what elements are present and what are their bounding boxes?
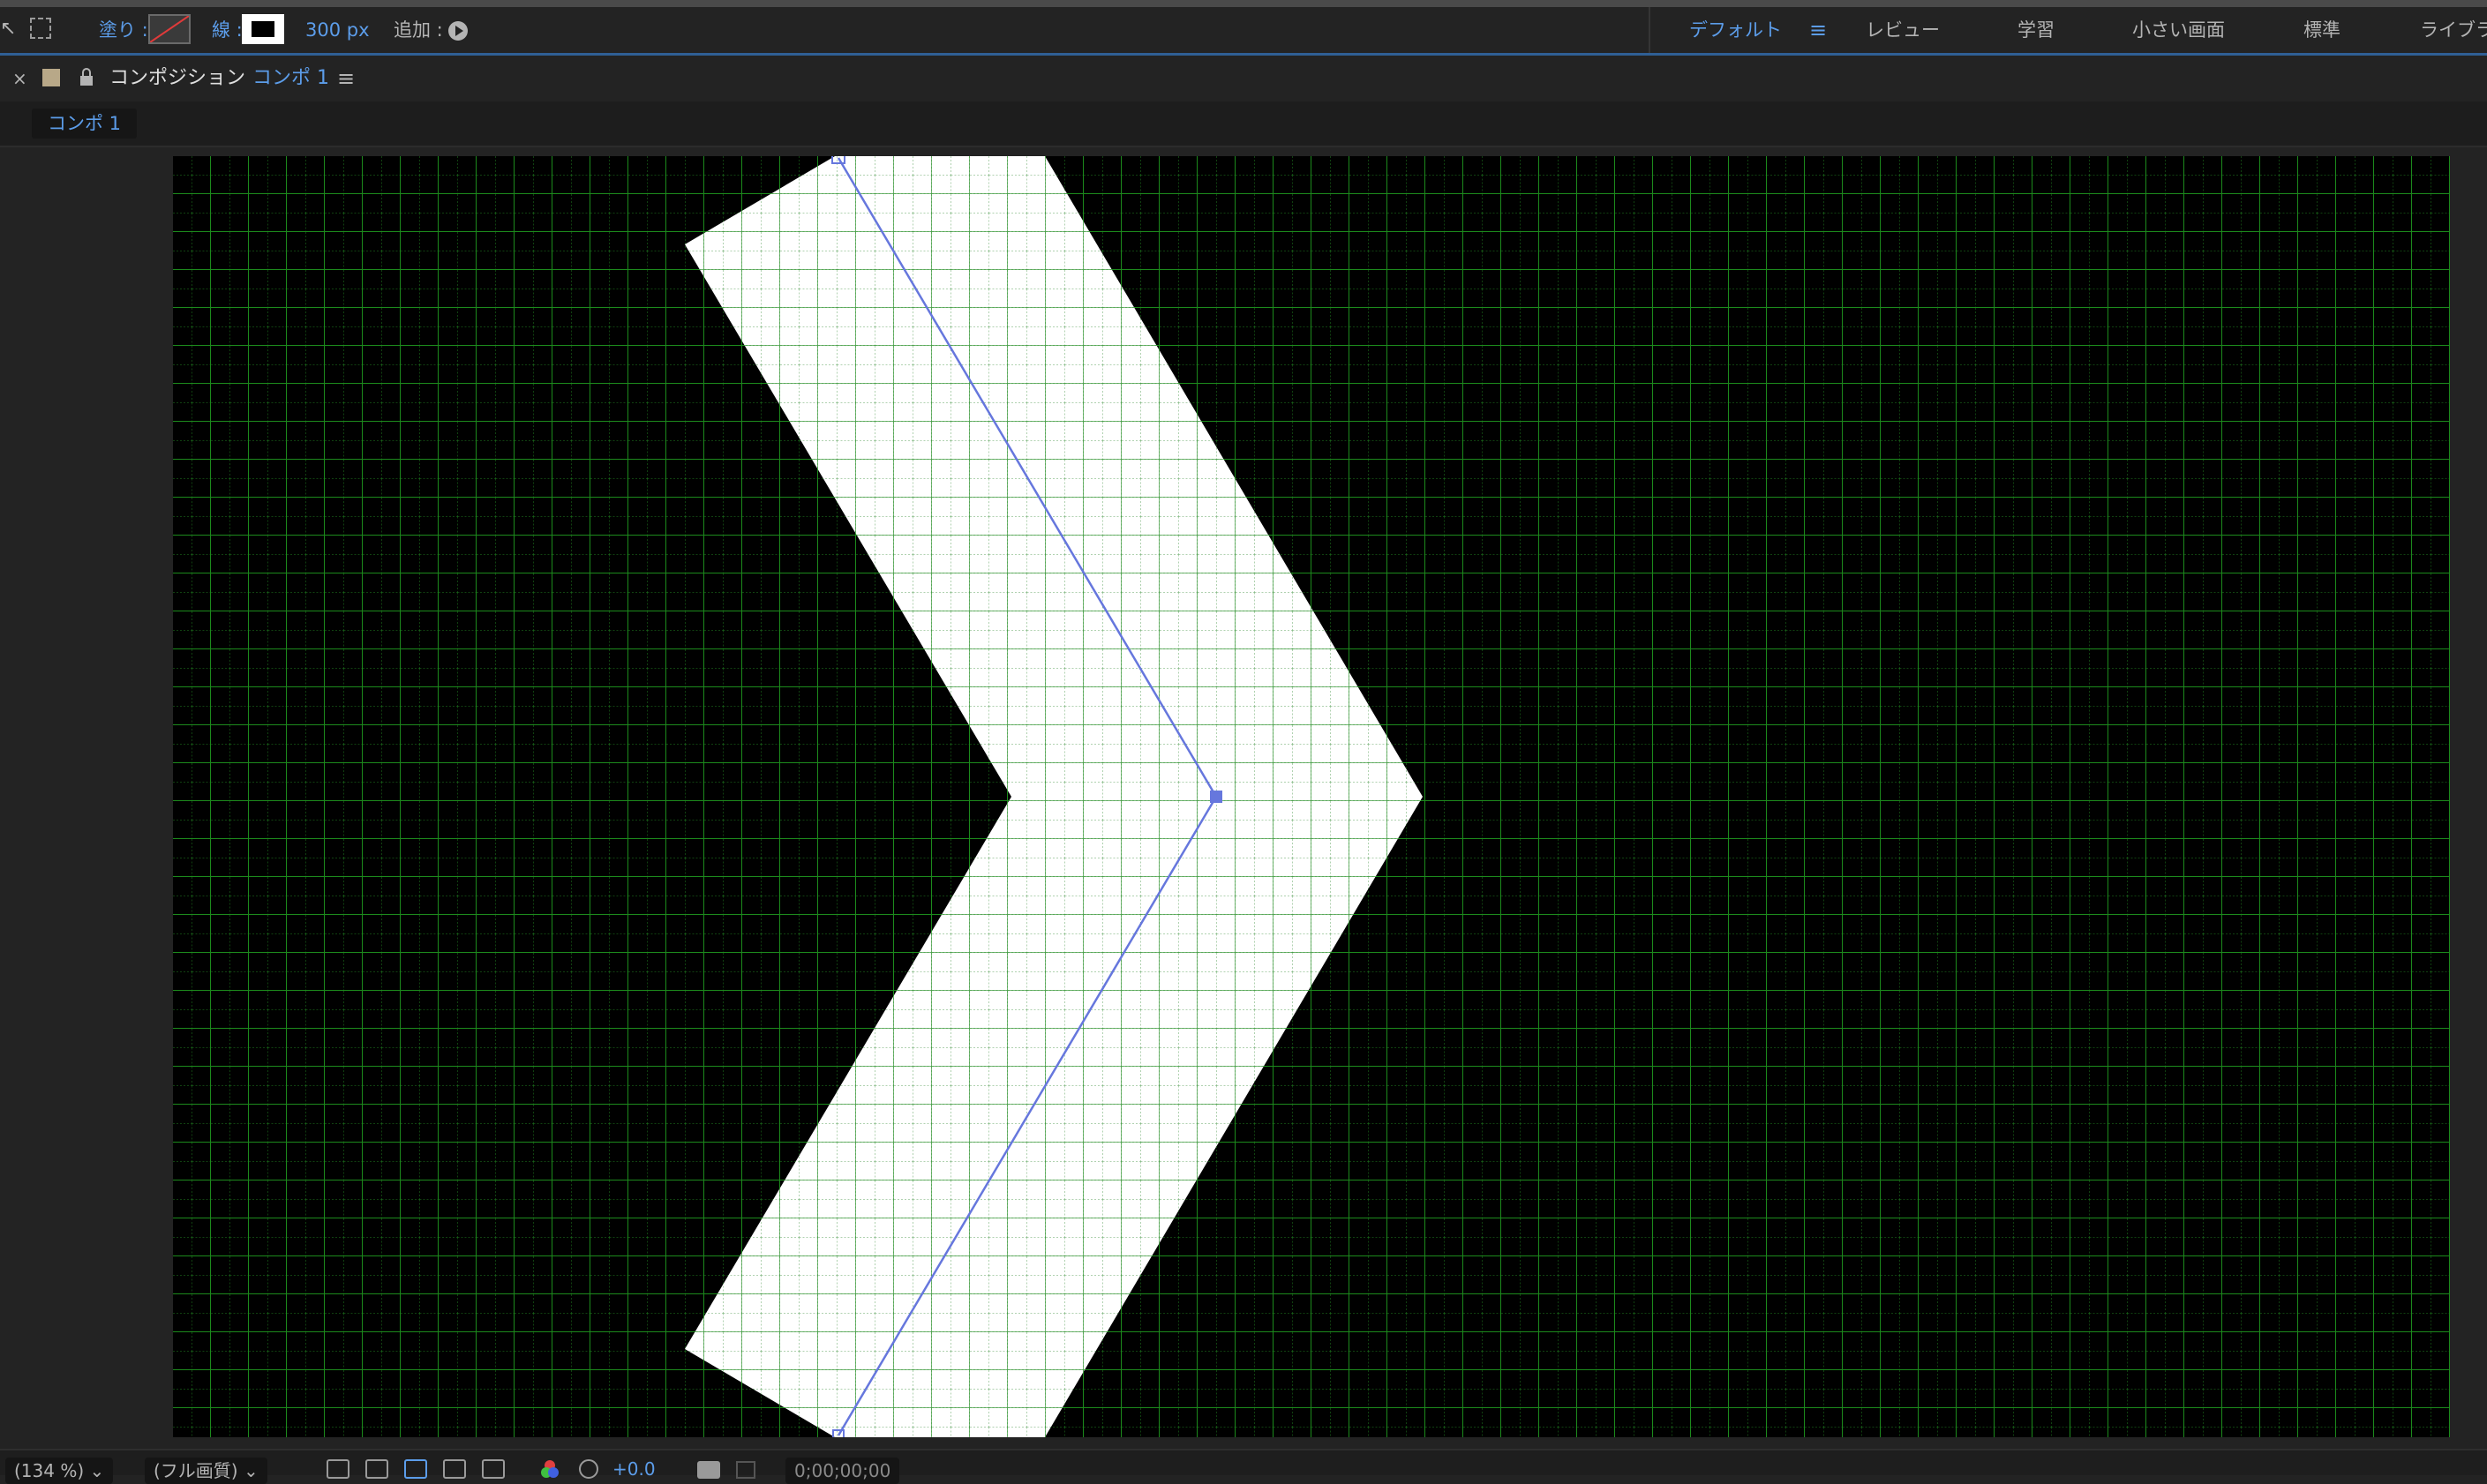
workspace-standard[interactable]: 標準	[2303, 7, 2340, 53]
workspace-default[interactable]: デフォルト	[1689, 7, 1782, 53]
zoom-value: (134 %)	[14, 1460, 85, 1481]
panel-close-button[interactable]: ×	[12, 56, 27, 101]
workspace-learn[interactable]: 学習	[2017, 7, 2055, 53]
workspace-libraries[interactable]: ライブラ	[2420, 7, 2487, 53]
tools-toolbar: ↖ 塗り : 線 : 300 px 追加 : デフォルト ≡ レビュー 学習 小…	[0, 7, 2487, 56]
snapshot-camera-icon[interactable]	[697, 1461, 720, 1479]
add-play-icon[interactable]	[448, 21, 468, 41]
panel-comp-name[interactable]: コンポ 1	[252, 56, 329, 101]
transparency-grid-icon[interactable]	[365, 1459, 388, 1479]
stroke-label: 線 :	[212, 19, 243, 41]
resolution-dropdown[interactable]: (フル画質) ⌄	[145, 1458, 267, 1484]
stroke-swatch[interactable]	[242, 14, 284, 44]
viewer-footer: (134 %) ⌄ (フル画質) ⌄ +0.0 0;00;00;00	[0, 1449, 2487, 1484]
mask-visibility-icon[interactable]	[404, 1459, 427, 1479]
fill-label: 塗り :	[99, 19, 148, 41]
reset-exposure-icon[interactable]	[579, 1459, 598, 1479]
rgb-channels-icon[interactable]	[540, 1459, 560, 1479]
path-vertex-mid[interactable]	[1210, 791, 1222, 803]
composition-viewer[interactable]	[0, 147, 2487, 1449]
panel-title: コンポジション	[109, 67, 246, 89]
show-snapshot-icon[interactable]	[736, 1461, 755, 1479]
add-label: 追加 :	[394, 19, 443, 41]
pen-tool-icon[interactable]: ↖	[0, 19, 16, 39]
chevron-down-icon: ⌄	[243, 1460, 259, 1481]
comp-tab[interactable]: コンポ 1	[32, 109, 138, 139]
puppet-pin-tool-icon[interactable]	[30, 18, 51, 39]
lock-icon[interactable]	[78, 68, 95, 87]
workspace-bar: デフォルト ≡ レビュー 学習 小さい画面 標準 ライブラ	[1649, 7, 2487, 53]
exposure-value[interactable]: +0.0	[612, 1456, 656, 1482]
fast-preview-icon[interactable]	[327, 1459, 349, 1479]
stroke-width-value[interactable]: 300 px	[305, 7, 370, 53]
zoom-dropdown[interactable]: (134 %) ⌄	[5, 1458, 114, 1484]
fill-swatch[interactable]	[148, 14, 191, 44]
chevron-down-icon: ⌄	[89, 1460, 105, 1481]
composition-canvas[interactable]	[173, 156, 2450, 1437]
workspace-review[interactable]: レビュー	[1866, 7, 1940, 53]
comp-tab-row: コンポ 1	[0, 101, 2487, 147]
workspace-menu-icon[interactable]: ≡	[1809, 7, 1827, 53]
region-of-interest-icon[interactable]	[443, 1459, 466, 1479]
title-strip	[0, 0, 2487, 7]
play-triangle-icon	[455, 26, 463, 36]
grid-guides-icon[interactable]	[482, 1459, 505, 1479]
stroke-swatch-inner	[252, 21, 274, 37]
resolution-value: (フル画質)	[154, 1460, 238, 1481]
composition-panel-header: × コンポジション コンポ 1 ≡	[0, 56, 2487, 101]
comp-color-label-icon[interactable]	[42, 69, 60, 86]
workspace-small-screen[interactable]: 小さい画面	[2132, 7, 2225, 53]
panel-menu-icon[interactable]: ≡	[337, 56, 355, 101]
timecode-field[interactable]: 0;00;00;00	[785, 1458, 900, 1484]
fill-none-slash-icon	[150, 16, 189, 42]
